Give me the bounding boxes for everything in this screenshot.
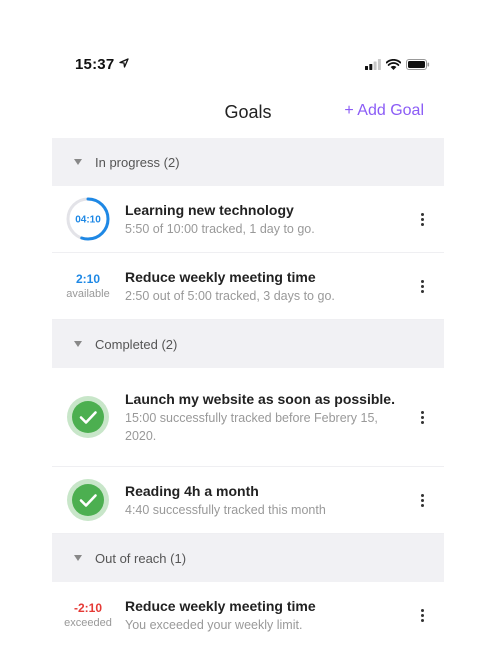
section-header-completed[interactable]: Completed (2) [52,320,444,368]
more-options-icon[interactable] [416,209,428,229]
progress-ring-label: 04:10 [75,215,101,226]
more-options-icon[interactable] [416,490,428,510]
cellular-signal-icon [365,59,381,70]
available-label: available [66,288,110,300]
status-bar: 15:37 [0,56,504,80]
goal-subtitle: 4:40 successfully tracked this month [125,502,326,517]
goal-title: Reduce weekly meeting time [125,597,316,614]
goal-title: Reading 4h a month [125,482,259,499]
section-label: Completed (2) [95,336,178,352]
location-arrow-icon [119,58,129,68]
status-time: 15:37 [75,56,115,73]
check-circle-icon [67,396,109,438]
caret-down-icon [74,341,82,347]
goal-indicator: -2:10 exceeded [52,582,124,648]
goal-title: Launch my website as soon as possible. [125,390,395,407]
progress-ring: 04:10 [66,197,110,241]
goal-indicator [52,368,124,466]
status-icons [365,59,430,70]
goal-row[interactable]: 04:10 Learning new technology 5:50 of 10… [52,186,444,253]
more-options-icon[interactable] [416,605,428,625]
more-options-icon[interactable] [416,276,428,296]
section-label: Out of reach (1) [95,550,187,566]
goal-subtitle: 15:00 successfully tracked before Febrer… [125,410,378,443]
goal-subtitle: 2:50 out of 5:00 tracked, 3 days to go. [125,288,335,303]
goals-list: In progress (2) 04:10 Learning new techn… [52,138,444,648]
section-header-in-progress[interactable]: In progress (2) [52,138,444,186]
caret-down-icon [74,159,82,165]
exceeded-time: -2:10 [73,601,102,615]
caret-down-icon [74,555,82,561]
goal-indicator: 04:10 [52,186,124,252]
section-label: In progress (2) [95,154,180,170]
goal-title: Learning new technology [125,201,294,218]
more-options-icon[interactable] [416,407,428,427]
battery-icon [406,59,430,70]
section-header-out-of-reach[interactable]: Out of reach (1) [52,534,444,582]
goal-row[interactable]: 2:10 available Reduce weekly meeting tim… [52,253,444,320]
add-goal-button[interactable]: + Add Goal [344,102,424,120]
goal-indicator [52,467,124,533]
wifi-icon [386,59,401,70]
goal-title: Reduce weekly meeting time [125,268,316,285]
goal-subtitle: 5:50 of 10:00 tracked, 1 day to go. [125,221,315,236]
available-time: 2:10 [75,272,101,286]
exceeded-label: exceeded [64,617,112,629]
check-circle-icon [67,479,109,521]
goal-subtitle: You exceeded your weekly limit. [125,617,303,632]
goal-row[interactable]: -2:10 exceeded Reduce weekly meeting tim… [52,582,444,648]
nav-bar: Goals + Add Goal [52,98,444,128]
goal-indicator: 2:10 available [52,253,124,319]
goal-row[interactable]: Launch my website as soon as possible. 1… [52,368,444,467]
goal-row[interactable]: Reading 4h a month 4:40 successfully tra… [52,467,444,534]
